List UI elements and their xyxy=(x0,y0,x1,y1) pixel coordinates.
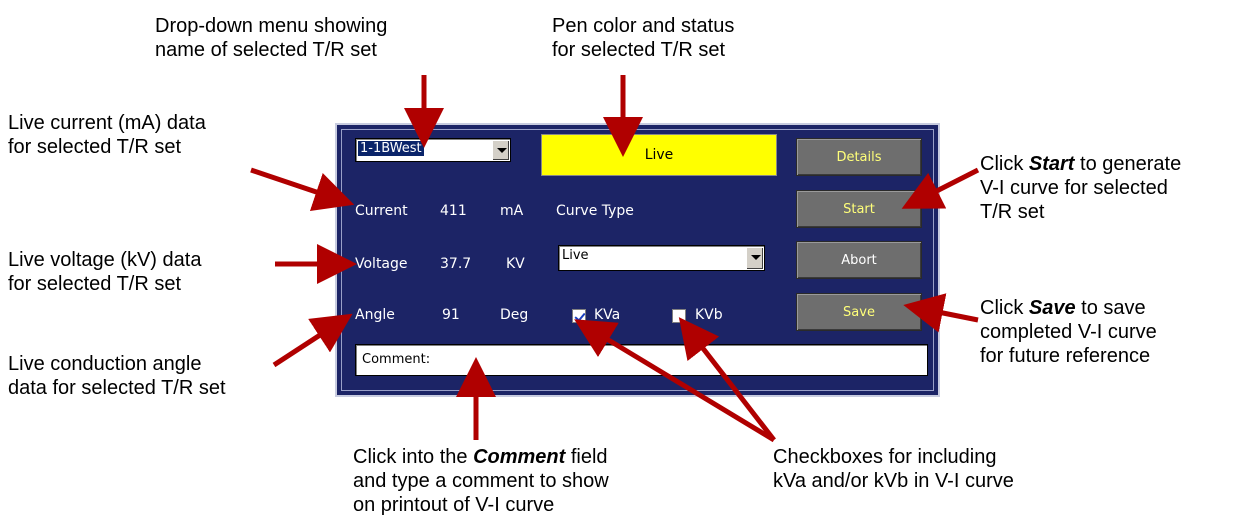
arrow-kva xyxy=(574,319,776,443)
arrow-angle xyxy=(272,313,353,368)
annotation-arrows xyxy=(250,75,980,443)
arrow-save xyxy=(903,293,979,333)
arrow-current xyxy=(250,167,355,211)
arrow-kvb xyxy=(678,317,776,442)
arrow-start xyxy=(901,167,980,209)
